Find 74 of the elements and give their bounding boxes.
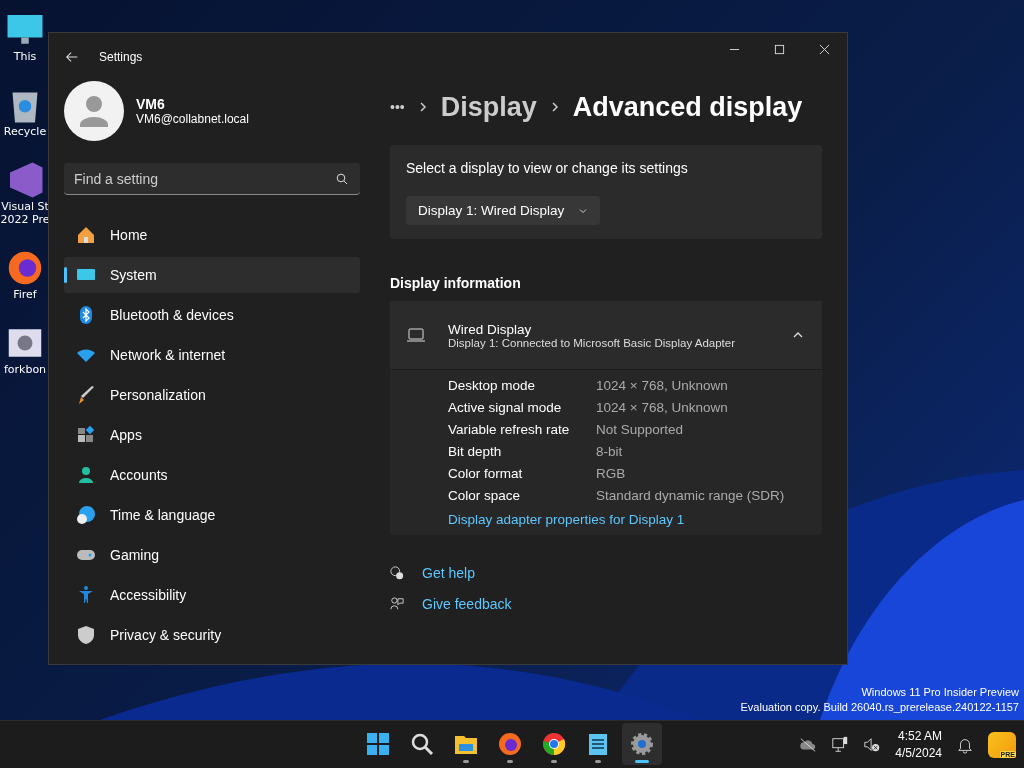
- chrome-icon: [542, 732, 566, 756]
- nav-item[interactable]: Accounts: [64, 457, 360, 493]
- desktop-icon-label: This: [13, 50, 37, 63]
- page-title: Advanced display: [572, 91, 803, 123]
- windows-logo-icon: [366, 732, 390, 756]
- property-label: Active signal mode: [448, 400, 563, 415]
- help-link[interactable]: Give feedback: [422, 596, 512, 612]
- property-label: Desktop mode: [448, 378, 537, 393]
- cloud-offline-icon[interactable]: [799, 735, 818, 754]
- section-title: Display information: [390, 275, 522, 291]
- maximize-icon[interactable]: [774, 44, 785, 55]
- help-icon: [390, 566, 404, 580]
- chevron-right-icon: [418, 101, 427, 113]
- taskbar-app-button[interactable]: [622, 723, 662, 765]
- network-icon[interactable]: [831, 735, 850, 754]
- avatar-icon: [64, 81, 124, 141]
- nav-item[interactable]: Accessibility: [64, 577, 360, 613]
- property-label: Variable refresh rate: [448, 422, 571, 437]
- nav-item[interactable]: Personalization: [64, 377, 360, 413]
- property-value: Standard dynamic range (SDR): [596, 488, 786, 503]
- search-icon: [410, 732, 434, 756]
- display-dropdown[interactable]: Display 1: Wired Display: [406, 196, 601, 225]
- selector-prompt: Select a display to view or change its settings: [406, 160, 688, 176]
- laptop-icon: [406, 327, 426, 343]
- property-value: RGB: [596, 466, 627, 481]
- apps-icon: [76, 425, 96, 445]
- chevron-right-icon: [550, 101, 559, 113]
- clock-date: 4/5/2024: [895, 744, 942, 762]
- clock-time: 4:52 AM: [897, 727, 942, 745]
- volume-muted-icon[interactable]: [863, 735, 882, 754]
- desktop-icon-label: forkbon: [3, 363, 47, 376]
- display-description: Display 1: Connected to Microsoft Basic Display Adapter: [448, 336, 736, 349]
- more-breadcrumbs[interactable]: •••: [390, 99, 405, 115]
- property-value: 1024 × 768, Unknown: [596, 378, 729, 393]
- property-value: Not Supported: [596, 422, 685, 437]
- window-title: Settings: [99, 50, 143, 64]
- nav-item[interactable]: Gaming: [64, 537, 360, 573]
- search-field[interactable]: Find a setting: [64, 163, 360, 195]
- property-value: 1024 × 768, Unknown: [596, 400, 729, 415]
- property-label: Bit depth: [448, 444, 503, 459]
- nav-item[interactable]: Apps: [64, 417, 360, 453]
- desktop-icon-label: Recycle: [3, 125, 47, 138]
- nav-item[interactable]: Time & language: [64, 497, 360, 533]
- property-label: Color format: [448, 466, 524, 481]
- gear-icon: [630, 732, 654, 756]
- nav-item[interactable]: Privacy & security: [64, 617, 360, 653]
- firefox-icon: [498, 732, 522, 756]
- property-label: Color space: [448, 488, 522, 503]
- nav-item[interactable]: Home: [64, 217, 360, 253]
- globe-clock-icon: [76, 505, 96, 525]
- nav-item[interactable]: Network & internet: [64, 337, 360, 373]
- clock[interactable]: 4:52 AM 4/5/2024: [895, 727, 942, 762]
- desktop-icon-label: Firef: [13, 288, 37, 301]
- desktop-icon-label: Visual St: [1, 200, 49, 213]
- user-name: VM6: [136, 96, 166, 112]
- close-icon[interactable]: [819, 44, 830, 55]
- adapter-properties-link[interactable]: Display adapter properties for Display 1: [448, 512, 806, 527]
- nav-item[interactable]: Bluetooth & devices: [64, 297, 360, 333]
- search-icon[interactable]: [336, 173, 348, 185]
- house-icon: [76, 225, 96, 245]
- back-arrow-icon[interactable]: [65, 50, 79, 64]
- person-icon: [76, 465, 96, 485]
- display-name: Wired Display: [448, 321, 533, 337]
- feedback-icon: [390, 597, 404, 611]
- nav-item[interactable]: System: [64, 257, 360, 293]
- notepad-icon: [586, 732, 610, 756]
- brush-icon: [76, 385, 96, 405]
- property-value: 8-bit: [596, 444, 624, 459]
- shield-icon: [76, 625, 96, 645]
- breadcrumb-link[interactable]: Display: [440, 91, 537, 123]
- watermark-text: Windows 11 Pro Insider Preview: [861, 685, 1019, 700]
- user-email: VM6@collabnet.local: [136, 112, 249, 126]
- watermark-text: Evaluation copy. Build 26040.rs_prerelease.240122-1157: [740, 700, 1019, 715]
- help-link[interactable]: Get help: [422, 565, 475, 581]
